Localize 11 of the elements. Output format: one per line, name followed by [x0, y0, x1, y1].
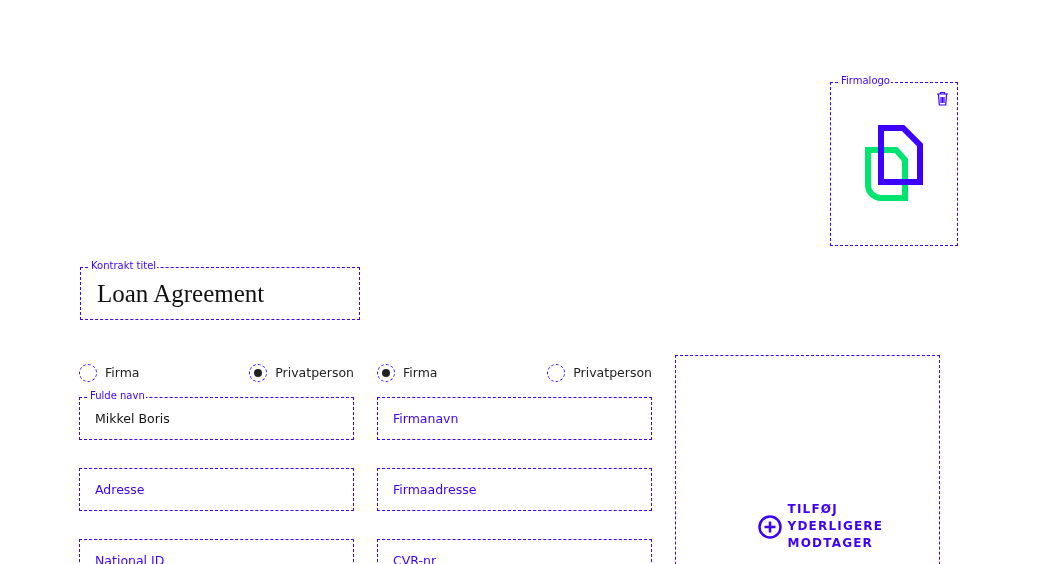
radio-label[interactable]: Privatperson — [275, 365, 354, 380]
input-field[interactable]: Adresse — [79, 468, 354, 511]
radio-label[interactable]: Firma — [403, 365, 438, 380]
field-label: Fulde navn — [89, 390, 146, 402]
input-field[interactable]: Firmaadresse — [377, 468, 652, 511]
field-label: Kontrakt titel — [90, 260, 158, 272]
radio-label[interactable]: Privatperson — [573, 365, 652, 380]
input-field[interactable]: Firmanavn — [377, 397, 652, 440]
contract-title: Loan Agreement — [97, 279, 265, 308]
radio-label[interactable]: Firma — [105, 365, 140, 380]
field-label: Firmalogo — [840, 75, 891, 87]
